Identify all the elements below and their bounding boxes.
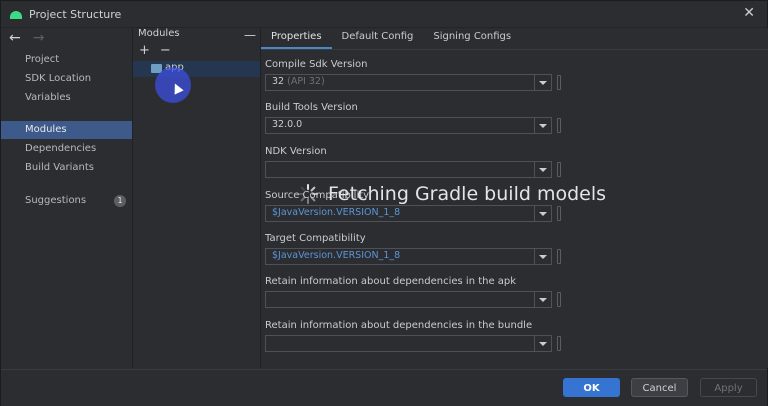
source-compatibility-combo[interactable]: $JavaVersion.VERSION_1_8 xyxy=(265,205,552,222)
target-compatibility-extra-button[interactable] xyxy=(557,249,561,264)
loading-spinner-icon xyxy=(298,184,318,204)
ok-button[interactable]: OK xyxy=(563,378,620,397)
sidebar-item-sdk-location[interactable]: SDK Location xyxy=(1,70,132,88)
build-tools-extra-button[interactable] xyxy=(557,118,561,133)
sidebar-item-suggestions[interactable]: Suggestions 1 xyxy=(1,192,132,210)
chevron-down-icon[interactable] xyxy=(534,206,551,221)
sidebar-item-label: Modules xyxy=(25,124,67,135)
apply-button[interactable]: Apply xyxy=(700,378,757,397)
retain-bundle-label: Retain information about dependencies in… xyxy=(265,320,533,331)
sidebar-item-label: Suggestions xyxy=(25,195,87,206)
sidebar-item-label: Build Variants xyxy=(25,162,94,173)
tab-divider xyxy=(261,49,768,50)
chevron-down-icon[interactable] xyxy=(534,292,551,307)
tab-default-config[interactable]: Default Config xyxy=(332,28,424,49)
sidebar-item-label: SDK Location xyxy=(25,73,92,84)
title-bar: Project Structure ✕ xyxy=(1,1,767,28)
retain-bundle-extra-button[interactable] xyxy=(557,336,561,351)
sidebar-item-variables[interactable]: Variables xyxy=(1,89,132,107)
target-compatibility-combo[interactable]: $JavaVersion.VERSION_1_8 xyxy=(265,248,552,265)
retain-apk-combo[interactable] xyxy=(265,291,552,308)
tab-bar: Properties Default Config Signing Config… xyxy=(261,28,521,49)
chevron-down-icon[interactable] xyxy=(534,162,551,177)
compile-sdk-hint: (API 32) xyxy=(287,76,325,87)
source-compatibility-extra-button[interactable] xyxy=(557,206,561,221)
ndk-version-extra-button[interactable] xyxy=(557,162,561,177)
loading-message: Fetching Gradle build models xyxy=(328,183,607,205)
modules-panel: Modules — + − app xyxy=(133,28,261,368)
dialog-footer: OK Cancel Apply xyxy=(1,369,767,406)
build-tools-combo[interactable]: 32.0.0 xyxy=(265,117,552,134)
sidebar-item-build-variants[interactable]: Build Variants xyxy=(1,159,132,177)
chevron-down-icon[interactable] xyxy=(534,336,551,351)
modules-toolbar: + − xyxy=(139,43,171,58)
remove-module-icon[interactable]: − xyxy=(160,43,171,58)
compile-sdk-extra-button[interactable] xyxy=(557,75,561,90)
module-item-app[interactable]: app xyxy=(133,61,260,77)
nav-arrows: ← → xyxy=(9,30,44,46)
window-title: Project Structure xyxy=(29,7,122,21)
android-icon xyxy=(9,9,23,19)
ndk-version-label: NDK Version xyxy=(265,146,327,157)
add-module-icon[interactable]: + xyxy=(139,43,150,58)
forward-arrow-icon[interactable]: → xyxy=(33,30,45,46)
tab-signing-configs[interactable]: Signing Configs xyxy=(423,28,521,49)
tab-properties[interactable]: Properties xyxy=(261,28,332,49)
close-icon[interactable]: ✕ xyxy=(743,5,755,21)
sidebar-item-label: Dependencies xyxy=(25,143,97,154)
sidebar-item-label: Project xyxy=(25,54,60,65)
compile-sdk-value: 32 (API 32) xyxy=(272,76,325,87)
sidebar-item-project[interactable]: Project xyxy=(1,51,132,69)
sidebar-item-dependencies[interactable]: Dependencies xyxy=(1,140,132,158)
build-tools-label: Build Tools Version xyxy=(265,102,358,113)
retain-apk-label: Retain information about dependencies in… xyxy=(265,276,517,287)
retain-bundle-combo[interactable] xyxy=(265,335,552,352)
retain-apk-extra-button[interactable] xyxy=(557,292,561,307)
sidebar: ← → Project SDK Location Variables Modul… xyxy=(1,28,133,368)
chevron-down-icon[interactable] xyxy=(534,249,551,264)
loading-overlay: Fetching Gradle build models xyxy=(298,183,606,205)
project-structure-dialog: Project Structure ✕ ← → Project SDK Loca… xyxy=(0,0,768,406)
chevron-down-icon[interactable] xyxy=(534,118,551,133)
collapse-icon[interactable]: — xyxy=(244,28,256,42)
compile-sdk-combo[interactable]: 32 (API 32) xyxy=(265,74,552,91)
sidebar-item-modules[interactable]: Modules xyxy=(1,121,132,139)
suggestions-count-badge: 1 xyxy=(114,195,126,207)
source-compatibility-value: $JavaVersion.VERSION_1_8 xyxy=(272,207,401,218)
target-compatibility-value: $JavaVersion.VERSION_1_8 xyxy=(272,250,401,261)
cancel-button[interactable]: Cancel xyxy=(631,378,688,397)
build-tools-value: 32.0.0 xyxy=(272,119,303,130)
compile-sdk-label: Compile Sdk Version xyxy=(265,59,368,70)
chevron-down-icon[interactable] xyxy=(534,75,551,90)
back-arrow-icon[interactable]: ← xyxy=(9,30,21,46)
target-compatibility-label: Target Compatibility xyxy=(265,233,366,244)
sidebar-item-label: Variables xyxy=(25,92,71,103)
ndk-version-combo[interactable] xyxy=(265,161,552,178)
modules-header: Modules xyxy=(138,28,180,39)
